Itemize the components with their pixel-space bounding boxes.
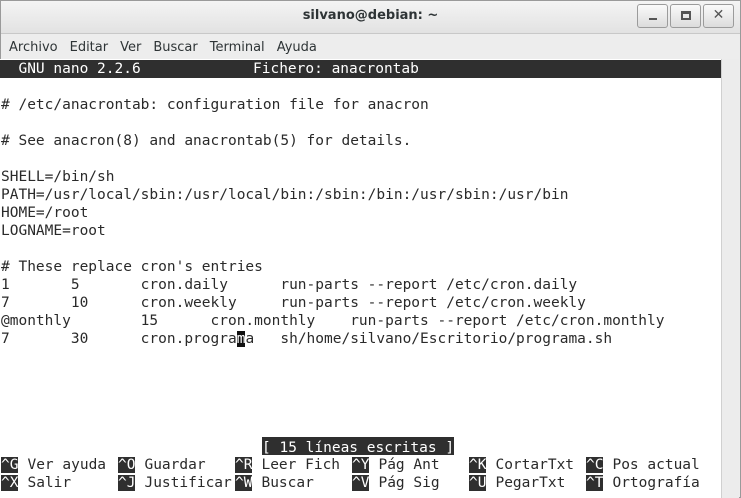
shortcut-key: ^W xyxy=(235,475,253,491)
maximize-button[interactable] xyxy=(670,4,701,28)
shortcut-key: ^K xyxy=(469,457,487,473)
shortcut-key: ^Y xyxy=(352,457,370,473)
shortcut-paste[interactable]: ^U PegarTxt xyxy=(469,474,565,492)
title-bar[interactable]: silvano@debian: ~ ✕ xyxy=(1,1,740,34)
cursor-line-before: 7 30 cron.progra xyxy=(1,331,237,347)
menu-ayuda[interactable]: Ayuda xyxy=(271,35,323,60)
shortcut-exit[interactable]: ^X Salir xyxy=(1,474,71,492)
shortcut-cut[interactable]: ^K CortarTxt xyxy=(469,456,574,474)
file-line: # See anacron(8) and anacrontab(5) for d… xyxy=(1,133,412,149)
shortcut-label: Buscar xyxy=(261,475,314,491)
cursor-line-after: a sh/home/silvano/Escritorio/programa.sh xyxy=(245,331,613,347)
shortcut-justify[interactable]: ^J Justificar xyxy=(118,474,232,492)
shortcut-next-page[interactable]: ^V Pág Sig xyxy=(352,474,440,492)
shortcut-label: CortarTxt xyxy=(495,457,575,473)
maximize-icon xyxy=(681,11,691,20)
shortcut-label: Salir xyxy=(27,475,72,491)
close-icon: ✕ xyxy=(712,7,725,23)
shortcut-label: Pos actual xyxy=(612,457,700,473)
shortcut-label: Pág Sig xyxy=(378,475,440,491)
status-message: [ 15 líneas escritas ] xyxy=(262,437,455,456)
nano-filename: Fichero: anacrontab xyxy=(253,61,419,77)
file-line: SHELL=/bin/sh xyxy=(1,169,115,185)
close-button[interactable]: ✕ xyxy=(703,4,734,28)
file-line: @monthly 15 cron.monthly run-parts --rep… xyxy=(1,313,665,329)
shortcut-key: ^G xyxy=(1,457,19,473)
minimize-button[interactable] xyxy=(637,4,668,28)
shortcut-prev-page[interactable]: ^Y Pág Ant xyxy=(352,456,440,474)
minimize-icon xyxy=(649,18,657,20)
shortcut-label: Ortografía xyxy=(612,475,700,491)
shortcut-key: ^T xyxy=(586,475,604,491)
shortcut-label: PegarTxt xyxy=(495,475,566,491)
file-line: HOME=/root xyxy=(1,205,89,221)
shortcut-help[interactable]: ^G Ver ayuda xyxy=(1,456,106,474)
shortcut-key: ^J xyxy=(118,475,136,491)
menu-bar: Archivo Editar Ver Buscar Terminal Ayuda xyxy=(1,35,740,60)
nano-version: GNU nano 2.2.6 xyxy=(1,61,141,77)
shortcut-key: ^O xyxy=(118,457,136,473)
shortcut-key: ^X xyxy=(1,475,19,491)
shortcut-key: ^C xyxy=(586,457,604,473)
shortcut-label: Guardar xyxy=(144,457,206,473)
menu-archivo[interactable]: Archivo xyxy=(3,35,64,60)
shortcut-read-file[interactable]: ^R Leer Fich xyxy=(235,456,340,474)
shortcut-label: Pág Ant xyxy=(378,457,440,473)
file-line: PATH=/usr/local/sbin:/usr/local/bin:/sbi… xyxy=(1,187,569,203)
shortcut-save[interactable]: ^O Guardar xyxy=(118,456,206,474)
menu-buscar[interactable]: Buscar xyxy=(147,35,203,60)
window-controls: ✕ xyxy=(635,4,734,28)
status-text: [ 15 líneas escritas ] xyxy=(262,440,455,456)
menu-ver[interactable]: Ver xyxy=(114,35,147,60)
shortcut-key: ^U xyxy=(469,475,487,491)
shortcut-key: ^V xyxy=(352,475,370,491)
file-line: 7 10 cron.weekly run-parts --report /etc… xyxy=(1,295,586,311)
file-line: 1 5 cron.daily run-parts --report /etc/c… xyxy=(1,277,578,293)
shortcut-search[interactable]: ^W Buscar xyxy=(235,474,314,492)
file-line: LOGNAME=root xyxy=(1,223,106,239)
shortcut-label: Leer Fich xyxy=(261,457,341,473)
shortcut-key: ^R xyxy=(235,457,253,473)
menu-editar[interactable]: Editar xyxy=(64,35,115,60)
nano-header: GNU nano 2.2.6 Fichero: anacrontab xyxy=(0,60,721,78)
window-title: silvano@debian: ~ xyxy=(302,8,439,23)
shortcut-cur-pos[interactable]: ^C Pos actual xyxy=(586,456,700,474)
file-line: # These replace cron's entries xyxy=(1,259,263,275)
terminal-scrollbar[interactable] xyxy=(721,59,739,498)
shortcut-label: Justificar xyxy=(144,475,232,491)
file-line: # /etc/anacrontab: configuration file fo… xyxy=(1,97,429,113)
shortcut-label: Ver ayuda xyxy=(27,457,107,473)
shortcut-spell[interactable]: ^T Ortografía xyxy=(586,474,700,492)
menu-terminal[interactable]: Terminal xyxy=(204,35,271,60)
file-line-cursor[interactable]: 7 30 cron.programa sh/home/silvano/Escri… xyxy=(1,330,612,348)
